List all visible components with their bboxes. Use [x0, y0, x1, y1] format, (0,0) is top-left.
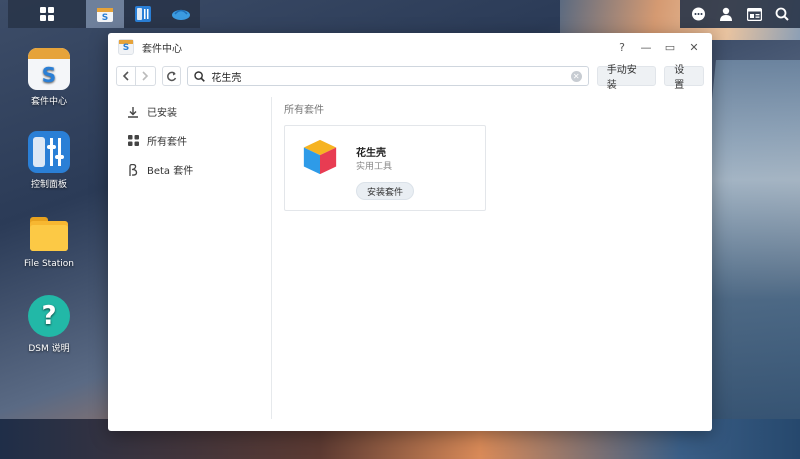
taskbar-package-center[interactable]: S [86, 0, 124, 28]
desktop-item-label: 控制面板 [30, 180, 67, 190]
widgets-button[interactable] [740, 0, 768, 28]
section-title: 所有套件 [284, 104, 324, 116]
search-icon [194, 70, 206, 82]
settings-button[interactable]: 设置 [664, 65, 704, 91]
oray-package-icon [303, 139, 337, 175]
chevron-left-icon [122, 71, 129, 81]
package-name: 花生壳 [356, 148, 386, 159]
widgets-icon [746, 7, 762, 21]
desktop-item-dsm-help[interactable]: ? DSM 说明 [14, 295, 84, 354]
chat-icon [691, 7, 705, 20]
main-menu-icon [40, 7, 54, 21]
search-button[interactable] [768, 0, 796, 28]
package-center-icon: S [28, 48, 70, 90]
main-menu-button[interactable] [8, 0, 86, 28]
maximize-button[interactable]: ▭ [662, 39, 678, 55]
taskbar: S [8, 0, 200, 28]
sidebar-item-label: 已安装 [147, 108, 177, 119]
search-field[interactable]: 花生壳 ✕ [187, 66, 589, 86]
main-content: 所有套件 花生壳 实用工具 安装套件 [284, 97, 702, 211]
sidebar-item-label: Beta 套件 [147, 166, 194, 177]
chat-button[interactable] [684, 0, 712, 28]
grid-icon [126, 135, 140, 146]
refresh-button[interactable] [161, 66, 182, 86]
sidebar-item-beta[interactable]: Beta 套件 [108, 155, 271, 184]
taskbar-tray [680, 0, 800, 28]
toolbar: 花生壳 ✕ 手动安装 设置 [108, 61, 712, 91]
desktop-item-label: DSM 说明 [28, 344, 70, 354]
folder-icon [28, 213, 70, 255]
download-icon [126, 106, 140, 118]
window-title: 套件中心 [142, 43, 182, 55]
clear-search-icon[interactable]: ✕ [570, 70, 582, 82]
package-center-window: S 套件中心 ? — ▭ ✕ 花生壳 ✕ 手动安装 设置 已安装 所有套件 Be… [108, 33, 712, 431]
oray-icon [172, 9, 190, 20]
forward-button[interactable] [135, 66, 156, 86]
minimize-button[interactable]: — [638, 39, 654, 55]
close-button[interactable]: ✕ [686, 39, 702, 55]
help-icon: ? [28, 295, 70, 337]
install-package-button[interactable]: 安装套件 [356, 182, 415, 200]
search-input[interactable]: 花生壳 [211, 69, 570, 84]
sidebar-item-label: 所有套件 [147, 137, 187, 148]
user-icon [720, 7, 732, 21]
desktop-item-label: File Station [24, 259, 74, 269]
sidebar: 已安装 所有套件 Beta 套件 [108, 97, 272, 419]
package-center-icon: S [118, 39, 134, 55]
beta-icon [126, 163, 140, 176]
package-center-icon: S [97, 8, 113, 23]
taskbar-oray[interactable] [162, 0, 200, 28]
back-button[interactable] [116, 66, 136, 86]
package-card[interactable]: 花生壳 实用工具 安装套件 [284, 125, 486, 211]
desktop-item-package-center[interactable]: S 套件中心 [14, 48, 84, 107]
manual-install-button[interactable]: 手动安装 [596, 65, 657, 91]
control-panel-icon [135, 6, 151, 22]
desktop-item-label: 套件中心 [30, 97, 67, 107]
sidebar-item-all-packages[interactable]: 所有套件 [108, 126, 271, 155]
chevron-right-icon [142, 71, 149, 81]
package-category: 实用工具 [356, 162, 393, 172]
desktop-item-control-panel[interactable]: 控制面板 [14, 131, 84, 190]
control-panel-icon [28, 131, 70, 173]
sidebar-item-installed[interactable]: 已安装 [108, 97, 271, 126]
refresh-icon [167, 71, 177, 81]
search-icon [775, 7, 789, 21]
desktop-item-file-station[interactable]: File Station [14, 213, 84, 269]
taskbar-control-panel[interactable] [124, 0, 162, 28]
user-button[interactable] [712, 0, 740, 28]
window-titlebar[interactable]: S 套件中心 ? — ▭ ✕ [108, 33, 712, 61]
help-button[interactable]: ? [614, 39, 630, 55]
svg-text:S: S [102, 13, 108, 23]
